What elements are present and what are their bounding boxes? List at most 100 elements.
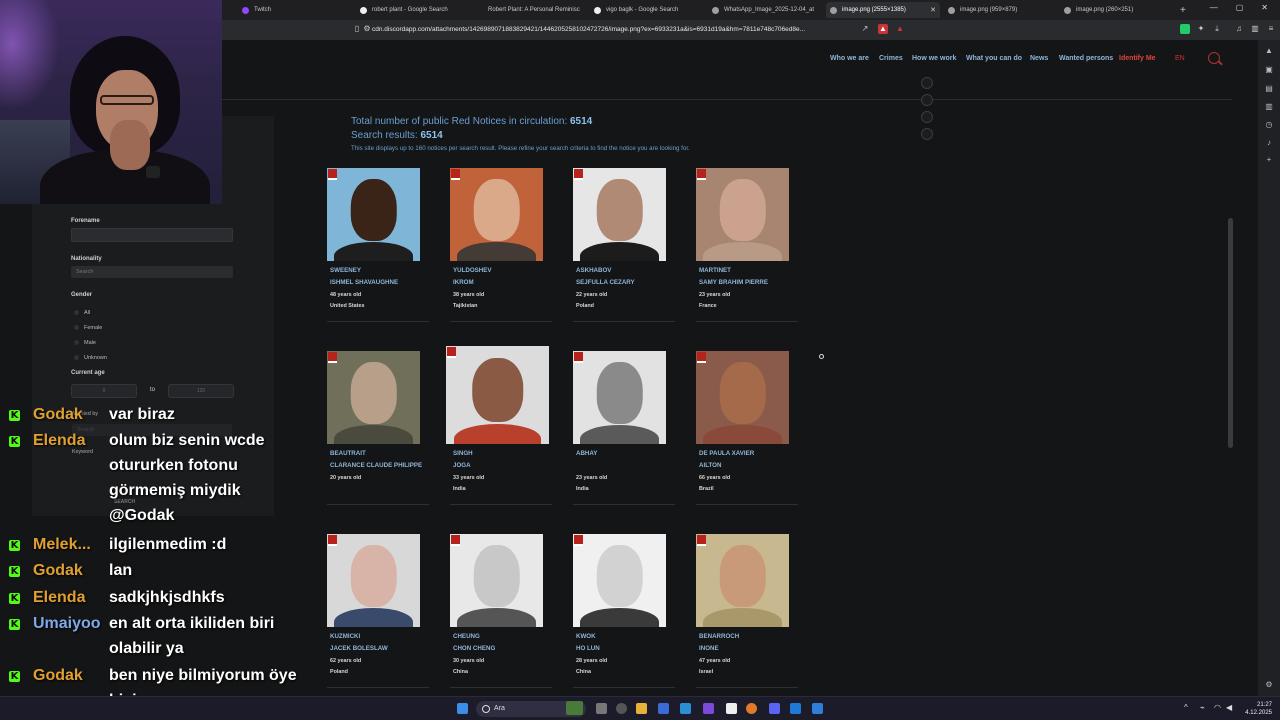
notice-surname[interactable]: SWEENEY [330, 267, 361, 274]
twitch-app-icon[interactable] [703, 703, 714, 714]
nav-identify-me[interactable]: Identify Me [1119, 55, 1156, 62]
nationality-select[interactable]: Search [71, 266, 233, 278]
wifi-icon[interactable]: ◠ [1214, 703, 1221, 712]
minimize-icon[interactable]: — [1210, 3, 1218, 12]
notice-card[interactable]: ASKHABOV SEJFULLA CEZARY 22 years old Polan… [573, 168, 675, 322]
notice-card[interactable]: SINGH JOGA 33 years old India [446, 346, 552, 505]
gender-all-radio[interactable]: All [74, 310, 90, 316]
file-explorer-icon[interactable] [636, 703, 647, 714]
notice-surname[interactable]: MARTINET [699, 267, 731, 274]
discord-icon[interactable] [769, 703, 780, 714]
tab-image-3[interactable]: image.png (260×251) [1060, 2, 1170, 18]
notice-surname[interactable]: YULDOSHEV [453, 267, 492, 274]
close-tab-icon[interactable]: ✕ [930, 6, 936, 14]
windows-start-icon[interactable] [457, 703, 468, 714]
rewards-icon[interactable]: ▲ [895, 24, 905, 34]
share-icon[interactable]: ↗ [860, 24, 870, 34]
bookmark-icon[interactable]: ▯ [352, 24, 362, 34]
tray-chevron-icon[interactable]: ^ [1184, 703, 1188, 712]
notice-surname[interactable]: KUZMICKI [330, 633, 360, 640]
notice-card[interactable]: YULDOSHEV IKROM 38 years old Tajikistan [450, 168, 552, 322]
music-icon[interactable]: ♫ [1234, 24, 1244, 34]
notice-surname[interactable]: ASKHABOV [576, 267, 611, 274]
search-icon[interactable] [1208, 52, 1220, 64]
obs-icon[interactable] [746, 703, 757, 714]
notepad-icon[interactable] [726, 703, 737, 714]
notice-photo[interactable] [327, 168, 420, 261]
sidebar-home-icon[interactable]: ▲ [1264, 46, 1274, 56]
notice-surname[interactable]: ABHAY [576, 450, 597, 457]
notice-photo[interactable] [327, 534, 420, 627]
notice-given-name[interactable]: SEJFULLA CEZARY [576, 279, 635, 286]
notice-given-name[interactable]: INONE [699, 645, 719, 652]
tab-whatsapp-image[interactable]: WhatsApp_Image_2025-12-04_at [708, 2, 818, 18]
brave-shield-icon[interactable]: ▲ [878, 24, 888, 34]
notice-given-name[interactable]: CHON CHENG [453, 645, 495, 652]
sidebar-wallet-icon[interactable]: ▣ [1264, 65, 1274, 75]
notice-card[interactable]: ABHAY 23 years old India [573, 351, 675, 505]
sidebar-settings-icon[interactable]: ⚙ [1264, 680, 1274, 690]
nav-wanted-persons[interactable]: Wanted persons [1059, 55, 1113, 62]
tab-image-active[interactable]: image.png (2555×1385) ✕ [826, 2, 940, 18]
notice-photo[interactable] [696, 168, 789, 261]
notice-photo[interactable] [573, 351, 666, 444]
tab-google-search-2[interactable]: vigo baglk - Google Search [590, 2, 700, 18]
gender-male-radio[interactable]: Male [74, 340, 96, 346]
notice-given-name[interactable]: JOGA [453, 462, 471, 469]
age-min-stepper[interactable]: 0 [71, 384, 137, 398]
browser-app-icon[interactable] [790, 703, 801, 714]
extension-icon[interactable] [1180, 24, 1190, 34]
notice-surname[interactable]: BEAUTRAIT [330, 450, 366, 457]
notice-given-name[interactable]: CLARANCE CLAUDE PHILIPPE [330, 462, 422, 469]
notice-given-name[interactable]: JACEK BOLESLAW [330, 645, 388, 652]
sidebar-reading-icon[interactable]: ▤ [1264, 84, 1274, 94]
edge-icon[interactable] [680, 703, 691, 714]
age-max-stepper[interactable]: 120 [168, 384, 234, 398]
sidebar-history-icon[interactable]: ◷ [1264, 120, 1274, 130]
gender-unknown-radio[interactable]: Unknown [74, 355, 107, 361]
share-dot-icon[interactable] [921, 77, 933, 89]
notice-surname[interactable]: BENARROCH [699, 633, 739, 640]
sidebar-add-icon[interactable]: + [1264, 155, 1274, 165]
tab-image-2[interactable]: image.png (959×879) [944, 2, 1054, 18]
notice-photo[interactable] [450, 168, 543, 261]
nav-how-we-work[interactable]: How we work [912, 55, 956, 62]
task-view-icon[interactable] [596, 703, 607, 714]
notice-card[interactable]: KUZMICKI JACEK BOLESLAW 62 years old Poland [327, 534, 429, 688]
notice-card[interactable]: BENARROCH INONE 47 years old Israel [696, 534, 798, 688]
system-clock[interactable]: 21:27 4.12.2025 [1240, 701, 1272, 717]
language-selector[interactable]: EN [1175, 55, 1185, 62]
twitter-dot-icon[interactable] [921, 111, 933, 123]
new-tab-button[interactable]: + [1176, 2, 1190, 18]
notice-surname[interactable]: DE PAULA XAVIER [699, 450, 754, 457]
notice-photo[interactable] [327, 351, 420, 444]
volume-icon[interactable]: ◀ [1226, 703, 1232, 712]
page-scrollbar[interactable] [1228, 218, 1233, 448]
notice-surname[interactable]: SINGH [453, 450, 473, 457]
menu-icon[interactable]: ≡ [1266, 24, 1276, 34]
chrome-icon[interactable] [616, 703, 627, 714]
notice-card[interactable]: DE PAULA XAVIER AILTON 66 years old Brazil [696, 351, 798, 505]
nav-who-we-are[interactable]: Who we are [830, 55, 869, 62]
nav-news[interactable]: News [1030, 55, 1048, 62]
notice-surname[interactable]: CHEUNG [453, 633, 480, 640]
url-field[interactable]: cdn.discordapp.com/attachments/142698907… [372, 23, 805, 37]
notice-photo[interactable] [696, 534, 789, 627]
sidebar-music-icon[interactable]: ♪ [1264, 138, 1274, 148]
notice-card[interactable]: BEAUTRAIT CLARANCE CLAUDE PHILIPPE 20 year… [327, 351, 429, 505]
vscode-icon[interactable] [812, 703, 823, 714]
notice-card[interactable]: MARTINET SAMY BRAHIM PIERRE 23 years old Fr… [696, 168, 798, 322]
nav-crimes[interactable]: Crimes [879, 55, 903, 62]
download-icon[interactable]: ⤓ [1212, 24, 1222, 34]
tab-google-search-1[interactable]: robert plant - Google Search [356, 2, 474, 18]
tab-twitch[interactable]: Twitch [238, 2, 348, 18]
notice-photo[interactable] [573, 534, 666, 627]
notice-card[interactable]: SWEENEY ISHMEL SHAVAUGHNE 48 years old Unit… [327, 168, 429, 322]
puzzle-icon[interactable]: ✦ [1196, 24, 1206, 34]
notice-photo[interactable] [450, 534, 543, 627]
close-window-icon[interactable]: ✕ [1261, 3, 1268, 12]
notice-photo[interactable] [696, 351, 789, 444]
network-icon[interactable]: ⌁ [1200, 703, 1205, 712]
notice-given-name[interactable]: HO LUN [576, 645, 600, 652]
facebook-dot-icon[interactable] [921, 94, 933, 106]
